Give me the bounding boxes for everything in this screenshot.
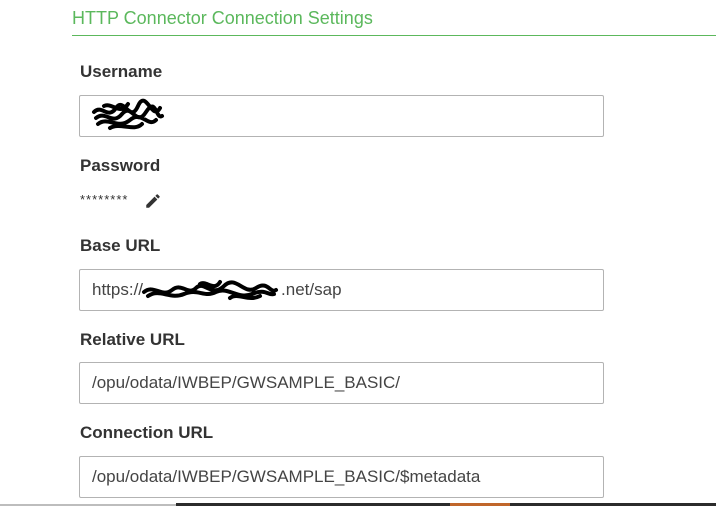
section-header: HTTP Connector Connection Settings [72,0,716,36]
username-field[interactable] [79,95,604,137]
base-url-suffix: .net/sap [281,280,342,299]
base-url-prefix: https:// [92,280,144,299]
password-masked-value: ******** [80,192,129,207]
connection-settings-page: HTTP Connector Connection Settings Usern… [0,0,716,506]
username-label: Username [80,62,163,81]
relative-url-label: Relative URL [80,330,185,349]
relative-url-field[interactable]: /opu/odata/IWBEP/GWSAMPLE_BASIC/ [79,362,604,404]
relative-url-value: /opu/odata/IWBEP/GWSAMPLE_BASIC/ [92,373,401,392]
section-title: HTTP Connector Connection Settings [72,8,373,28]
pencil-icon[interactable] [144,192,162,210]
connection-url-field[interactable]: /opu/odata/IWBEP/GWSAMPLE_BASIC/$metadat… [79,456,604,498]
base-url-field[interactable]: https:// .net/sap [79,269,604,311]
base-url-label: Base URL [80,236,161,255]
connection-url-label: Connection URL [80,423,214,442]
password-label: Password [80,156,161,175]
connection-url-value: /opu/odata/IWBEP/GWSAMPLE_BASIC/$metadat… [92,467,481,486]
